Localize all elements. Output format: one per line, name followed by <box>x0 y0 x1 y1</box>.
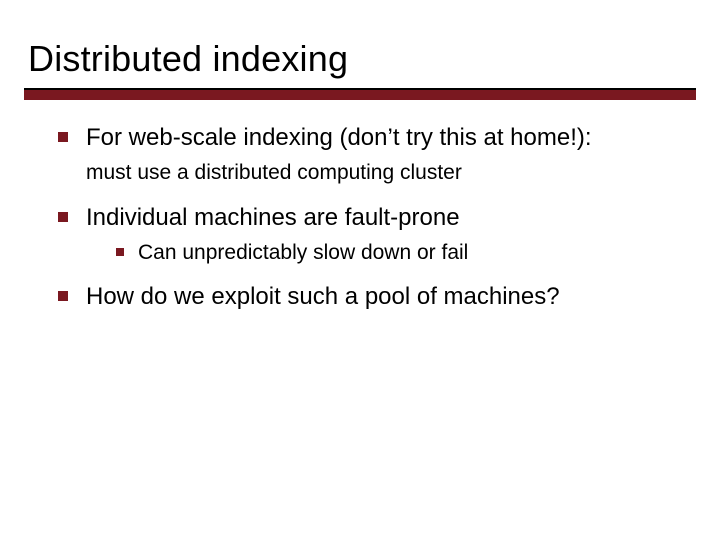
title-rule-accent <box>24 90 696 100</box>
bullet-continuation: must use a distributed computing cluster <box>58 159 680 187</box>
bullet-text: Can unpredictably slow down or fail <box>138 241 468 264</box>
bullet-level1: Individual machines are fault-prone <box>58 202 680 233</box>
bullet-level1: How do we exploit such a pool of machine… <box>58 281 680 312</box>
bullet-level1: For web-scale indexing (don’t try this a… <box>58 122 680 153</box>
bullet-level2: Can unpredictably slow down or fail <box>116 239 680 267</box>
bullet-text: For web-scale indexing (don’t try this a… <box>86 124 592 151</box>
bullet-text: How do we exploit such a pool of machine… <box>86 283 560 310</box>
bullet-text: Individual machines are fault-prone <box>86 204 460 231</box>
slide-title: Distributed indexing <box>28 38 348 80</box>
slide: Distributed indexing For web-scale index… <box>0 0 720 540</box>
slide-body: For web-scale indexing (don’t try this a… <box>58 122 680 318</box>
